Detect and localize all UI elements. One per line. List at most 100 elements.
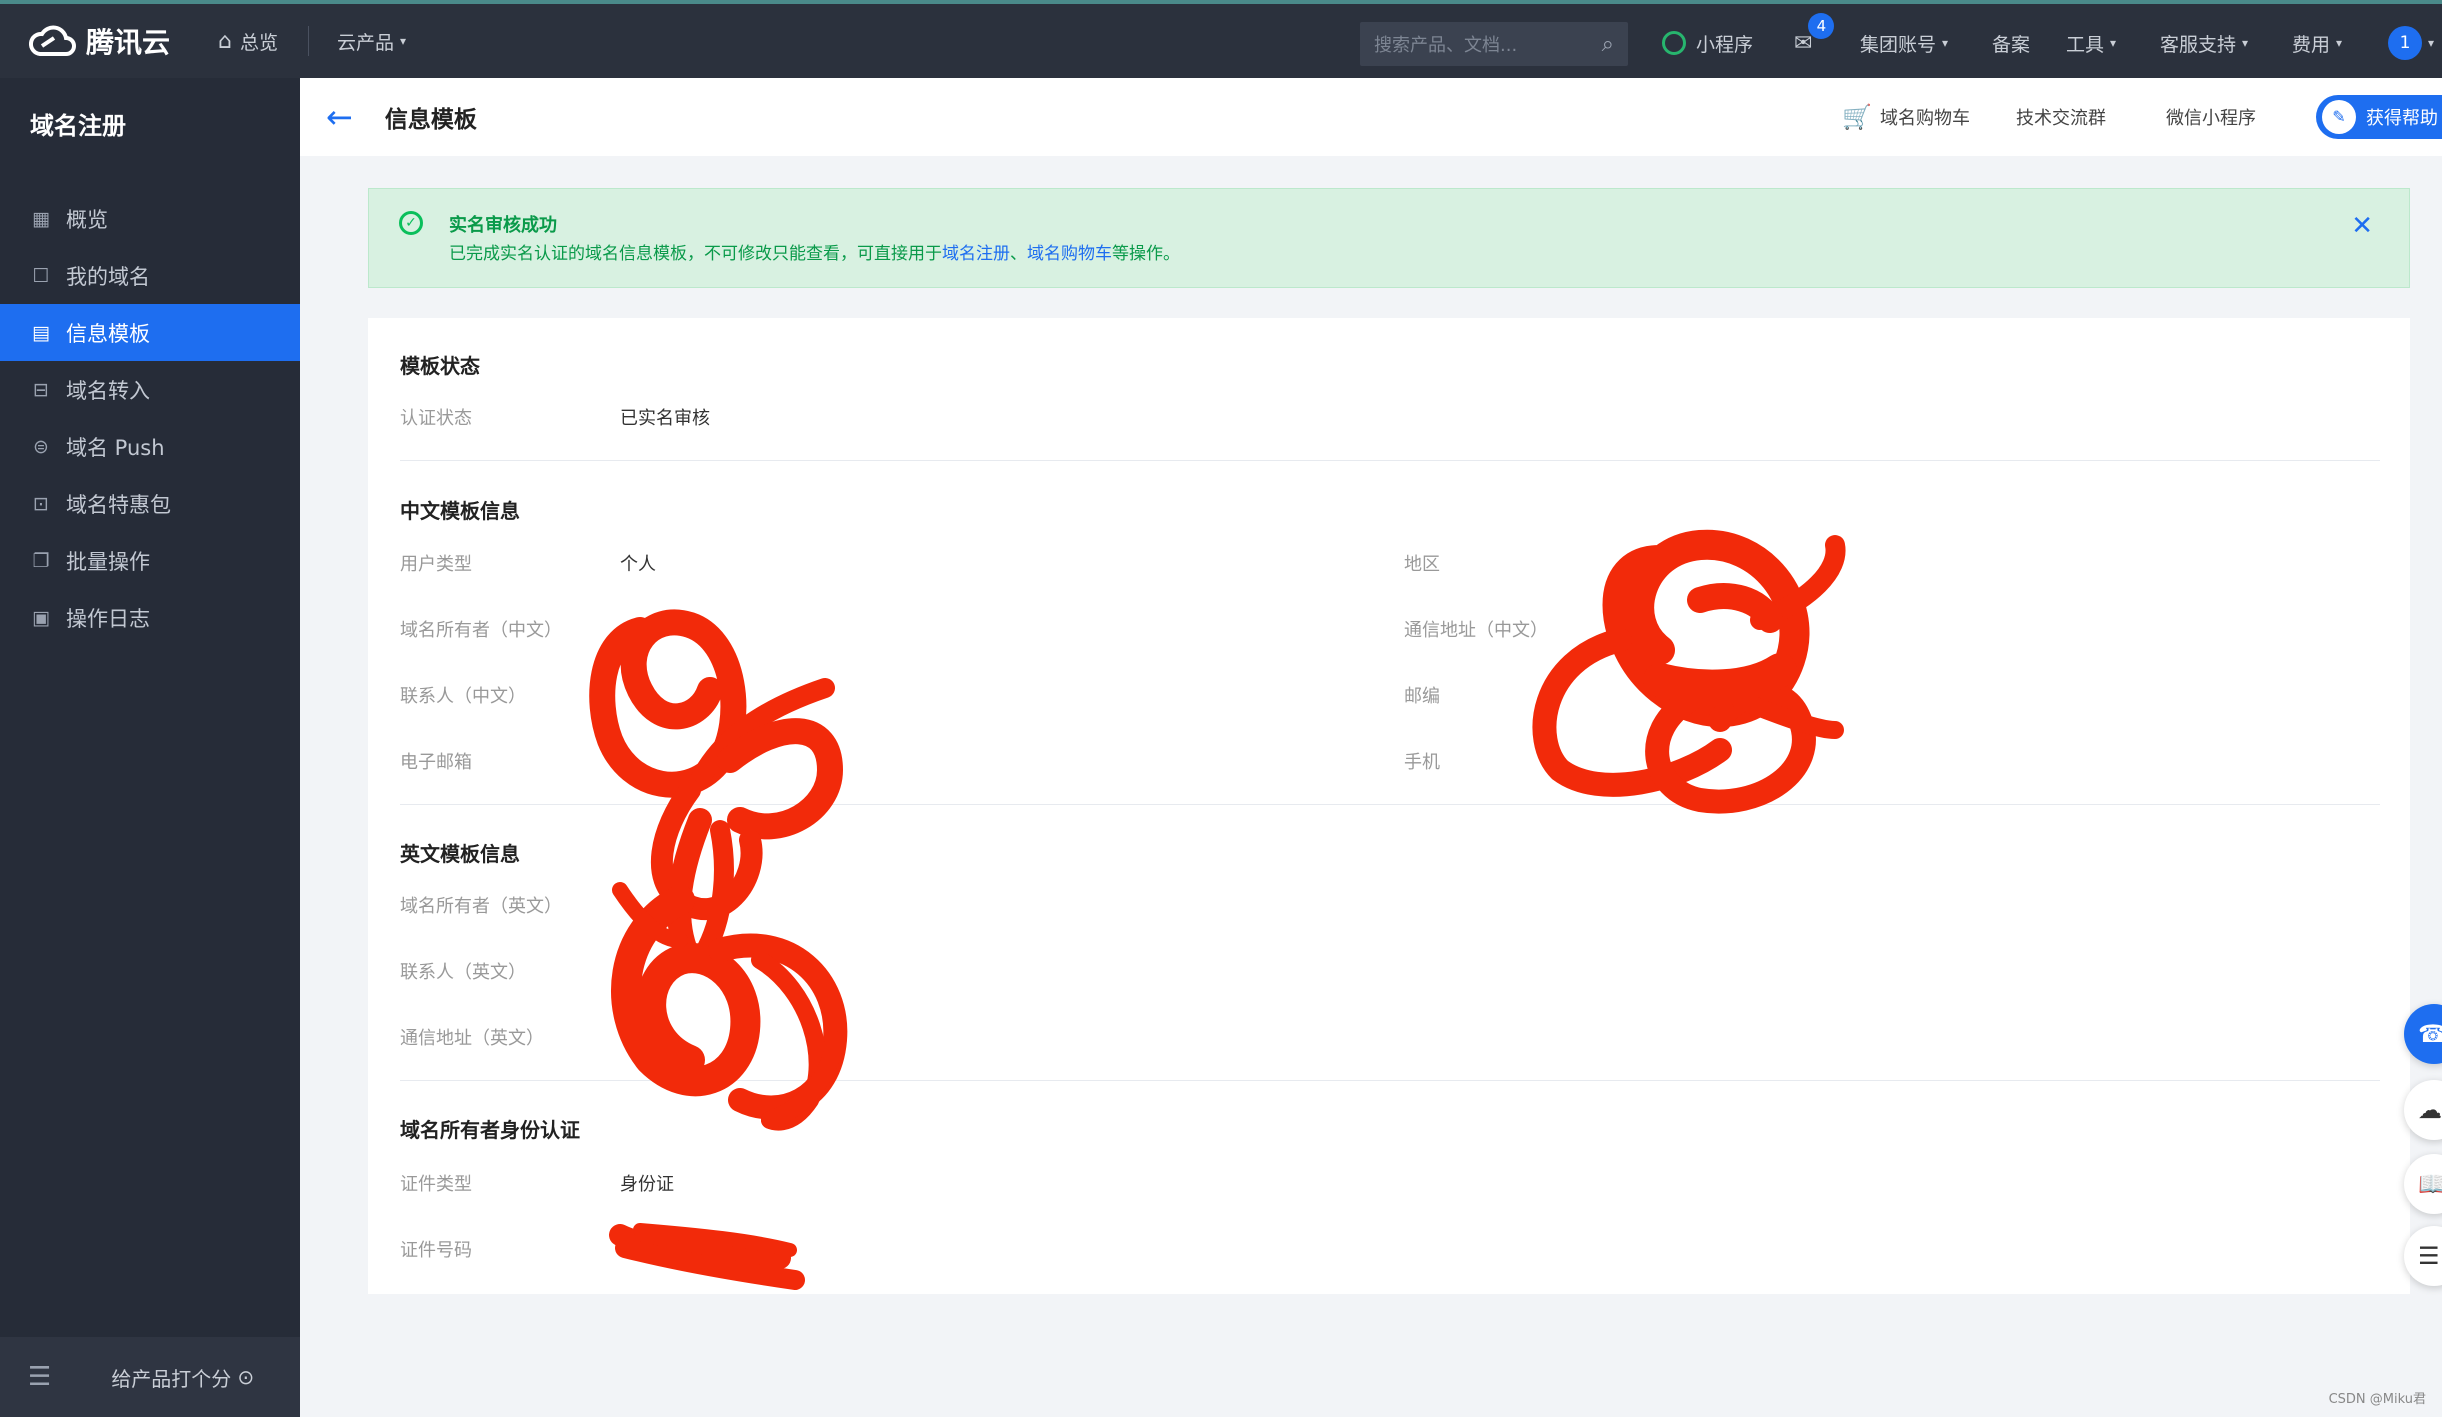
sidebar-footer: ☰ 给产品打个分 ⊙: [0, 1337, 300, 1417]
search-icon[interactable]: ⌕: [1602, 32, 1614, 57]
search-placeholder: 搜索产品、文档...: [1374, 35, 1518, 56]
avatar: 1: [2388, 26, 2422, 60]
domain-register-link[interactable]: 域名注册: [942, 244, 1010, 264]
chevron-down-icon: ▾: [2242, 36, 2249, 50]
calendar-icon: ▣: [32, 606, 50, 629]
field-value: 已实名审核: [620, 408, 710, 429]
sidebar-item-info-template[interactable]: ▤ 信息模板: [0, 304, 300, 361]
search-input[interactable]: 搜索产品、文档... ⌕: [1360, 22, 1628, 66]
nav-products[interactable]: 云产品 ▾: [337, 28, 406, 55]
gift-icon: ⊡: [33, 492, 49, 515]
sidebar-item-overview[interactable]: ▦ 概览: [0, 190, 300, 247]
brand-logo[interactable]: 腾讯云: [28, 21, 170, 61]
field-label: 域名所有者（英文）: [400, 896, 562, 917]
list-icon: ☰: [2418, 1242, 2440, 1270]
nav-mail[interactable]: ✉ 4: [1794, 4, 1835, 82]
nav-billing[interactable]: 费用 ▾: [2292, 4, 2342, 82]
info-circle-icon: ⊙: [237, 1365, 255, 1389]
field-label: 地区: [1404, 554, 1440, 575]
field-label: 证件号码: [400, 1240, 472, 1261]
check-circle-icon: ✓: [399, 211, 423, 235]
sidebar-item-label: 批量操作: [66, 549, 150, 574]
close-icon[interactable]: ✕: [2351, 211, 2373, 241]
sidebar-item-bundle[interactable]: ⊡ 域名特惠包: [0, 475, 300, 532]
sidebar-item-label: 域名 Push: [66, 435, 165, 460]
nav-products-label: 云产品: [337, 31, 395, 54]
section-title-en: 英文模板信息: [400, 842, 520, 866]
chevron-down-icon: ▾: [2110, 36, 2117, 50]
sidebar-item-label: 操作日志: [66, 606, 150, 631]
chevron-down-icon: ▾: [2336, 36, 2343, 50]
document-icon: ▤: [32, 321, 50, 344]
chevron-down-icon: ▾: [1942, 36, 1949, 50]
wechat-mini-link[interactable]: 微信小程序: [2166, 104, 2256, 130]
sidebar-item-log[interactable]: ▣ 操作日志: [0, 589, 300, 646]
cloud-icon: ☁: [2418, 1096, 2442, 1124]
alert-description: 已完成实名认证的域名信息模板，不可修改只能查看，可直接用于域名注册、域名购物车等…: [449, 239, 1180, 264]
home-icon: ⌂: [218, 28, 232, 54]
template-detail-card: 模板状态 认证状态 已实名审核 中文模板信息 用户类型 个人 域名所有者（中文）…: [368, 318, 2410, 1294]
nav-divider: [308, 26, 309, 56]
tech-group-link[interactable]: 技术交流群: [2016, 104, 2106, 130]
field-label: 认证状态: [400, 408, 472, 429]
rate-product-link[interactable]: 给产品打个分: [111, 1363, 231, 1392]
grid-icon: ▦: [32, 207, 50, 230]
cloud-logo-icon: [29, 25, 76, 56]
back-arrow-icon[interactable]: ←: [326, 98, 353, 136]
tools-label: 工具: [2066, 33, 2105, 56]
chevron-down-icon: ▾: [400, 34, 407, 48]
get-help-button[interactable]: ✎ 获得帮助: [2316, 95, 2442, 139]
nav-support[interactable]: 客服支持 ▾: [2160, 4, 2248, 82]
alert-title: 实名审核成功: [449, 215, 557, 236]
user-menu[interactable]: 1 ▾: [2388, 4, 2434, 82]
nav-tools[interactable]: 工具 ▾: [2066, 4, 2116, 82]
sidebar-item-batch[interactable]: ❐ 批量操作: [0, 532, 300, 589]
sidebar-item-label: 我的域名: [66, 264, 150, 289]
success-alert: ✓ 实名审核成功 已完成实名认证的域名信息模板，不可修改只能查看，可直接用于域名…: [368, 188, 2410, 288]
cart-label: 域名购物车: [1880, 108, 1970, 129]
nav-beian[interactable]: 备案: [1992, 4, 2030, 82]
support-label: 客服支持: [2160, 33, 2237, 56]
field-label: 电子邮箱: [400, 752, 472, 773]
mail-icon: ✉: [1794, 30, 1813, 56]
field-value: 个人: [620, 554, 656, 575]
compass-icon: ✎: [2322, 100, 2356, 134]
wechat-mini-label: 微信小程序: [2166, 108, 2256, 129]
section-title-id: 域名所有者身份认证: [400, 1118, 580, 1142]
section-title-status: 模板状态: [400, 354, 480, 378]
mini-program-label: 小程序: [1696, 33, 1754, 56]
section-title-cn: 中文模板信息: [400, 499, 520, 523]
nav-home[interactable]: ⌂ 总览: [218, 28, 278, 55]
nav-group-account[interactable]: 集团账号 ▾: [1860, 4, 1948, 82]
field-label: 手机: [1404, 752, 1440, 773]
help-label: 获得帮助: [2366, 108, 2438, 129]
tech-group-label: 技术交流群: [2016, 108, 2106, 129]
chevron-down-icon: ▾: [2428, 36, 2435, 50]
field-label: 联系人（中文）: [400, 686, 526, 707]
copy-icon: ❐: [32, 549, 50, 572]
divider: [400, 1080, 2380, 1081]
sidebar-title: 域名注册: [30, 112, 126, 140]
domain-cart-alert-link[interactable]: 域名购物车: [1027, 244, 1112, 264]
book-icon: 📖: [2418, 1170, 2442, 1198]
field-label: 联系人（英文）: [400, 962, 526, 983]
domain-cart-link[interactable]: 🛒 域名购物车: [1842, 103, 1970, 131]
collapse-menu-icon[interactable]: ☰: [28, 1362, 51, 1392]
sidebar-item-push[interactable]: ⊜ 域名 Push: [0, 418, 300, 475]
sidebar-item-label: 域名特惠包: [66, 492, 171, 517]
sidebar-item-my-domains[interactable]: ☐ 我的域名: [0, 247, 300, 304]
mail-badge: 4: [1808, 12, 1835, 39]
sidebar: 域名注册 ▦ 概览 ☐ 我的域名 ▤ 信息模板 ⊟ 域名转入 ⊜ 域名 Push ⊡ 域名特…: [0, 78, 300, 1417]
field-value: 身份证: [620, 1174, 674, 1195]
nav-mini-program[interactable]: 小程序: [1662, 4, 1753, 82]
alert-desc-text: 已完成实名认证的域名信息模板，不可修改只能查看，可直接用于: [449, 244, 942, 264]
field-label: 证件类型: [400, 1174, 472, 1195]
headset-icon: ☎: [2418, 1020, 2442, 1048]
sidebar-item-label: 域名转入: [66, 378, 150, 403]
top-navbar: 腾讯云 ⌂ 总览 云产品 ▾ 搜索产品、文档... ⌕ 小程序 ✉ 4 集团账号 ▾ 备…: [0, 0, 2442, 78]
field-label: 通信地址（英文）: [400, 1028, 544, 1049]
mini-program-icon: [1662, 31, 1686, 55]
field-label: 通信地址（中文）: [1404, 620, 1548, 641]
divider: [400, 460, 2380, 461]
sidebar-item-transfer-in[interactable]: ⊟ 域名转入: [0, 361, 300, 418]
